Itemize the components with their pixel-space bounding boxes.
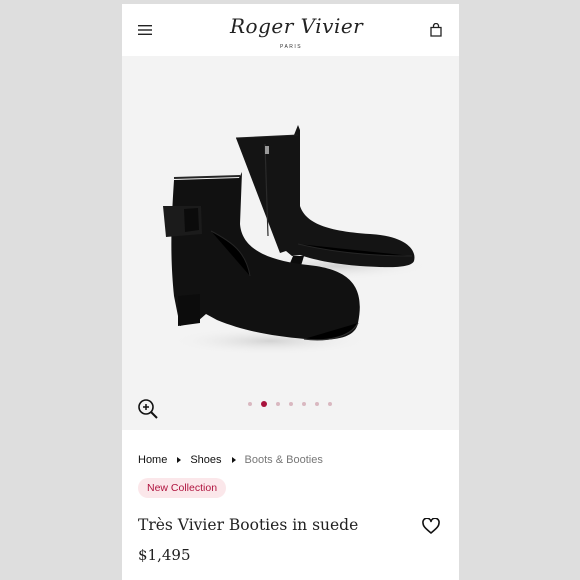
shopping-bag-icon[interactable] xyxy=(425,19,447,41)
product-title: Très Vivier Booties in suede xyxy=(138,516,359,534)
breadcrumb-home[interactable]: Home xyxy=(138,454,167,466)
heart-icon[interactable] xyxy=(422,517,442,538)
mobile-page: Roger Vivier PARIS Home Shoes Boots & Bo… xyxy=(122,4,459,580)
product-image xyxy=(163,125,432,355)
zoom-in-icon[interactable] xyxy=(137,398,159,420)
gallery-dot-4[interactable] xyxy=(289,402,293,406)
gallery-dot-7[interactable] xyxy=(328,402,332,406)
breadcrumb: Home Shoes Boots & Booties xyxy=(138,452,323,468)
hamburger-menu-icon[interactable] xyxy=(134,19,156,41)
gallery-dot-1[interactable] xyxy=(248,402,252,406)
chevron-right-icon xyxy=(177,457,182,463)
breadcrumb-shoes[interactable]: Shoes xyxy=(190,454,221,466)
chevron-right-icon xyxy=(231,457,236,463)
gallery-dot-6[interactable] xyxy=(315,402,319,406)
top-bar: Roger Vivier PARIS xyxy=(122,4,459,56)
product-price: $1,495 xyxy=(138,546,191,564)
product-details: Home Shoes Boots & Booties New Collectio… xyxy=(122,430,459,580)
brand-city: PARIS xyxy=(280,44,303,50)
gallery-dot-2[interactable] xyxy=(261,401,267,407)
product-gallery[interactable] xyxy=(122,56,459,430)
gallery-dot-5[interactable] xyxy=(302,402,306,406)
breadcrumb-boots-booties[interactable]: Boots & Booties xyxy=(245,454,323,466)
brand-logo[interactable]: Roger Vivier PARIS xyxy=(230,14,364,52)
brand-name: Roger Vivier xyxy=(230,14,364,38)
gallery-dot-3[interactable] xyxy=(276,402,280,406)
new-collection-badge: New Collection xyxy=(138,478,227,498)
